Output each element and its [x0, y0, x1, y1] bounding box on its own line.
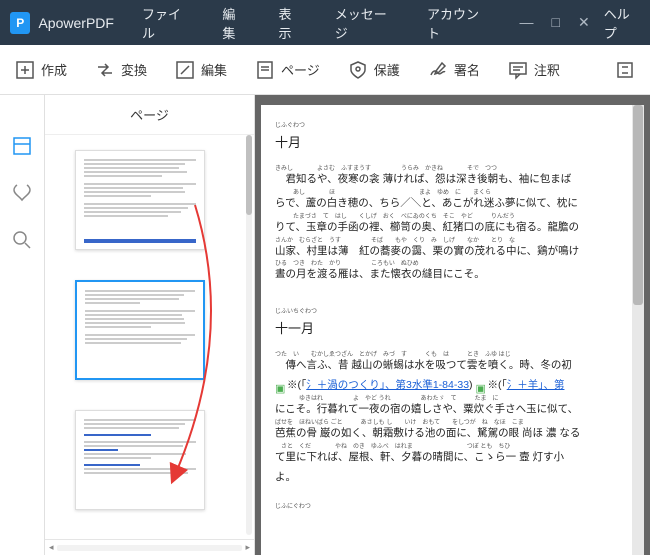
- missing-glyph-icon: [275, 379, 287, 391]
- shield-icon: [348, 60, 368, 80]
- toolbar: 作成 変換 編集 ページ 保護 署名 注釈: [0, 45, 650, 95]
- paragraph-2: つた い むかしゑつざん とかげ みづ す くも は とき ふゆ はじ 傳へ言ふ…: [275, 352, 618, 488]
- app-name: ApowerPDF: [38, 15, 113, 31]
- thumbnail-panel: ページ: [45, 95, 255, 555]
- heading-2: 十一月: [275, 317, 618, 342]
- sign-button[interactable]: 署名: [428, 60, 480, 80]
- create-button[interactable]: 作成: [15, 60, 67, 80]
- menu-account[interactable]: アカウント: [427, 4, 488, 42]
- menu-view[interactable]: 表示: [279, 4, 303, 42]
- sign-label: 署名: [454, 60, 480, 79]
- page-thumb-3[interactable]: [75, 410, 205, 510]
- close-icon[interactable]: ✕: [578, 14, 590, 31]
- convert-icon: [95, 60, 115, 80]
- page-label: ページ: [281, 60, 320, 79]
- title-bar: P ApowerPDF ファイル 編集 表示 メッセージ アカウント — □ ✕…: [0, 0, 650, 45]
- thumbnails-tab-icon[interactable]: [11, 135, 33, 157]
- menu-edit[interactable]: 編集: [222, 4, 246, 42]
- window-controls: — □ ✕: [520, 14, 590, 31]
- doc-scrollbar[interactable]: [632, 105, 644, 555]
- plus-square-icon: [15, 60, 35, 80]
- heading-ruby-2: じふいちぐわつ: [275, 309, 618, 315]
- minimize-icon[interactable]: —: [520, 14, 534, 31]
- comment-icon: [508, 60, 528, 80]
- convert-button[interactable]: 変換: [95, 60, 147, 80]
- heading-ruby: じふぐわつ: [275, 123, 618, 129]
- thumb-hscroll[interactable]: ◂▸: [45, 539, 254, 555]
- page-thumb-2[interactable]: [75, 280, 205, 380]
- document-area: じふぐわつ 十月 きみし よさむ ふすまうす うらみ かきね そで つつ 君知る…: [255, 95, 650, 555]
- page-thumb-1[interactable]: [75, 150, 205, 250]
- sign-icon: [428, 60, 448, 80]
- tool-icon: [615, 60, 635, 80]
- edit-label: 編集: [201, 60, 227, 79]
- side-rail: [0, 95, 45, 555]
- annotate-button[interactable]: 注釈: [508, 60, 560, 80]
- maximize-icon[interactable]: □: [552, 14, 560, 31]
- search-tab-icon[interactable]: [11, 229, 33, 251]
- page-icon: [255, 60, 275, 80]
- heading-ruby-3: じふにぐわつ: [275, 504, 618, 510]
- missing-glyph-icon: [475, 379, 487, 391]
- doc-scrollbar-thumb[interactable]: [633, 105, 643, 305]
- annotate-label: 注釈: [534, 60, 560, 79]
- document-page[interactable]: じふぐわつ 十月 きみし よさむ ふすまうす うらみ かきね そで つつ 君知る…: [261, 105, 632, 555]
- bookmarks-tab-icon[interactable]: [11, 182, 33, 204]
- edit-button[interactable]: 編集: [175, 60, 227, 80]
- paragraph-1: きみし よさむ ふすまうす うらみ かきね そで つつ 君知るや、夜寒の衾 薄け…: [275, 166, 618, 286]
- heading-1: 十月: [275, 131, 618, 156]
- thumbnail-list[interactable]: [45, 135, 254, 539]
- main-area: ページ: [0, 95, 650, 555]
- convert-label: 変換: [121, 60, 147, 79]
- create-label: 作成: [41, 60, 67, 79]
- thumb-scrollbar-thumb[interactable]: [246, 135, 252, 215]
- app-logo: P: [10, 12, 30, 34]
- more-button[interactable]: [615, 60, 635, 80]
- thumbnail-header: ページ: [45, 95, 254, 135]
- menu-message[interactable]: メッセージ: [335, 4, 395, 42]
- edit-icon: [175, 60, 195, 80]
- protect-button[interactable]: 保護: [348, 60, 400, 80]
- protect-label: 保護: [374, 60, 400, 79]
- menu-file[interactable]: ファイル: [142, 4, 190, 42]
- menu-help[interactable]: ヘルプ: [604, 4, 640, 42]
- page-button[interactable]: ページ: [255, 60, 320, 80]
